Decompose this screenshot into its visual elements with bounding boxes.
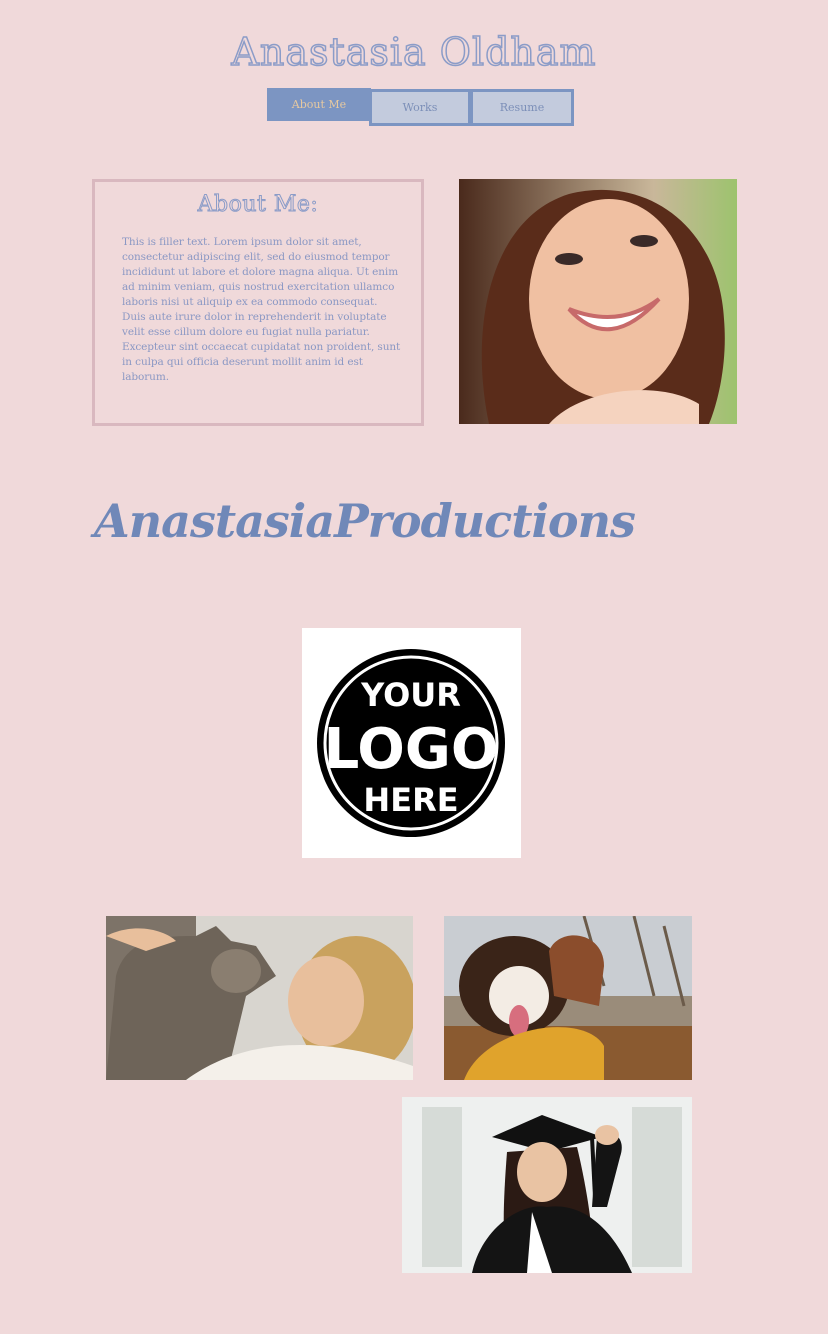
portrait-photo (459, 179, 737, 424)
nav-about-me[interactable]: About Me (267, 88, 371, 121)
graduate-photo (402, 1097, 692, 1273)
logo-line-3: HERE (363, 781, 458, 819)
dog-photo (444, 916, 692, 1080)
logo-line-1: YOUR (360, 676, 461, 714)
nav-works[interactable]: Works (369, 89, 471, 126)
about-text: This is filler text. Lorem ipsum dolor s… (122, 236, 401, 383)
nav-resume[interactable]: Resume (470, 89, 574, 126)
about-panel: About Me: This is filler text. Lorem ips… (92, 179, 424, 426)
productions-heading: AnastasiaProductions (94, 494, 636, 548)
site-title: Anastasia Oldham (231, 29, 597, 75)
logo-line-2: LOGO (324, 717, 499, 782)
about-heading: About Me: (197, 192, 319, 218)
logo-placeholder: YOUR LOGO HERE (302, 628, 521, 858)
cat-photo (106, 916, 413, 1080)
